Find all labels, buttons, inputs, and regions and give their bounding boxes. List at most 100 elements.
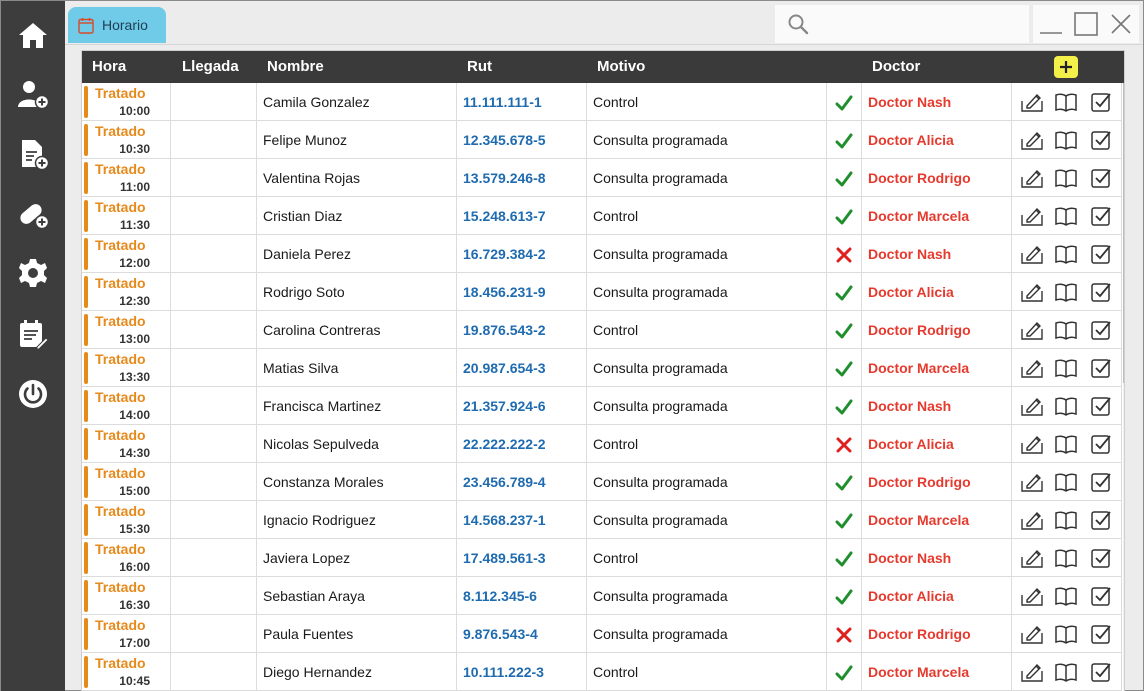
sidebar-home-button[interactable]	[13, 15, 53, 55]
table-row[interactable]: Tratado 13:00 Carolina Contreras 19.876.…	[82, 311, 1122, 349]
mark-done-button[interactable]	[1089, 281, 1113, 303]
mark-done-button[interactable]	[1089, 623, 1113, 645]
search-box[interactable]	[775, 5, 1029, 43]
doctor-name: Doctor Rodrigo	[868, 626, 971, 642]
patient-rut: 19.876.543-2	[463, 322, 546, 338]
mark-done-button[interactable]	[1089, 585, 1113, 607]
scrollbar-thumb[interactable]	[1123, 83, 1124, 383]
table-row[interactable]: Tratado 10:45 Diego Hernandez 10.111.222…	[82, 653, 1122, 691]
table-row[interactable]: Tratado 11:30 Cristian Diaz 15.248.613-7…	[82, 197, 1122, 235]
add-appointment-button[interactable]	[1054, 56, 1078, 78]
mark-done-button[interactable]	[1089, 129, 1113, 151]
view-record-button[interactable]	[1054, 357, 1078, 379]
view-record-button[interactable]	[1054, 433, 1078, 455]
edit-button[interactable]	[1020, 129, 1044, 151]
edit-button[interactable]	[1020, 585, 1044, 607]
edit-button[interactable]	[1020, 243, 1044, 265]
sidebar-schedule-button[interactable]	[13, 314, 53, 354]
doctor-name: Doctor Nash	[868, 246, 952, 262]
table-row[interactable]: Tratado 16:30 Sebastian Araya 8.112.345-…	[82, 577, 1122, 615]
mark-done-button[interactable]	[1089, 243, 1113, 265]
view-record-button[interactable]	[1054, 205, 1078, 227]
sidebar-settings-button[interactable]	[13, 253, 53, 293]
vertical-scrollbar[interactable]	[1123, 83, 1124, 691]
minimize-button[interactable]	[1033, 5, 1068, 43]
view-record-button[interactable]	[1054, 243, 1078, 265]
view-record-button[interactable]	[1054, 91, 1078, 113]
table-row[interactable]: Tratado 16:00 Javiera Lopez 17.489.561-3…	[82, 539, 1122, 577]
table-row[interactable]: Tratado 10:00 Camila Gonzalez 11.111.111…	[82, 83, 1122, 121]
table-row[interactable]: Tratado 12:30 Rodrigo Soto 18.456.231-9 …	[82, 273, 1122, 311]
table-row[interactable]: Tratado 15:00 Constanza Morales 23.456.7…	[82, 463, 1122, 501]
motivo-cell: Consulta programada	[587, 615, 827, 653]
mark-done-button[interactable]	[1089, 91, 1113, 113]
table-row[interactable]: Tratado 15:30 Ignacio Rodriguez 14.568.2…	[82, 501, 1122, 539]
mark-done-button[interactable]	[1089, 167, 1113, 189]
doctor-cell: Doctor Rodrigo	[862, 463, 1012, 501]
edit-button[interactable]	[1020, 281, 1044, 303]
table-row[interactable]: Tratado 13:30 Matias Silva 20.987.654-3 …	[82, 349, 1122, 387]
tab-horario[interactable]: Horario	[68, 7, 166, 43]
sidebar-add-document-button[interactable]	[13, 134, 53, 174]
table-row[interactable]: Tratado 14:00 Francisca Martinez 21.357.…	[82, 387, 1122, 425]
mark-done-button[interactable]	[1089, 433, 1113, 455]
view-record-button[interactable]	[1054, 129, 1078, 151]
view-record-button[interactable]	[1054, 509, 1078, 531]
view-record-button[interactable]	[1054, 395, 1078, 417]
checkbox-icon	[1091, 663, 1111, 682]
motivo-cell: Consulta programada	[587, 577, 827, 615]
doctor-name: Doctor Alicia	[868, 588, 954, 604]
mark-done-button[interactable]	[1089, 661, 1113, 683]
edit-button[interactable]	[1020, 205, 1044, 227]
edit-button[interactable]	[1020, 319, 1044, 341]
table-row[interactable]: Tratado 10:30 Felipe Munoz 12.345.678-5 …	[82, 121, 1122, 159]
edit-button[interactable]	[1020, 471, 1044, 493]
add-document-icon	[22, 140, 50, 171]
edit-icon	[1021, 587, 1043, 606]
view-record-button[interactable]	[1054, 661, 1078, 683]
actions-cell	[1012, 387, 1122, 425]
mark-done-button[interactable]	[1089, 471, 1113, 493]
table-row[interactable]: Tratado 11:00 Valentina Rojas 13.579.246…	[82, 159, 1122, 197]
sidebar-add-user-button[interactable]	[13, 74, 53, 114]
edit-button[interactable]	[1020, 547, 1044, 569]
doctor-cell: Doctor Marcela	[862, 501, 1012, 539]
mark-done-button[interactable]	[1089, 357, 1113, 379]
view-record-button[interactable]	[1054, 547, 1078, 569]
sidebar-power-button[interactable]	[13, 374, 53, 414]
edit-button[interactable]	[1020, 395, 1044, 417]
edit-button[interactable]	[1020, 357, 1044, 379]
maximize-button[interactable]	[1068, 5, 1103, 43]
edit-button[interactable]	[1020, 661, 1044, 683]
power-icon	[19, 380, 47, 408]
mark-done-button[interactable]	[1089, 547, 1113, 569]
status-bar	[84, 314, 88, 346]
edit-button[interactable]	[1020, 509, 1044, 531]
motivo-cell: Consulta programada	[587, 159, 827, 197]
view-record-button[interactable]	[1054, 585, 1078, 607]
mark-done-button[interactable]	[1089, 395, 1113, 417]
rut-cell: 18.456.231-9	[457, 273, 587, 311]
view-record-button[interactable]	[1054, 281, 1078, 303]
table-row[interactable]: Tratado 14:30 Nicolas Sepulveda 22.222.2…	[82, 425, 1122, 463]
patient-name: Matias Silva	[263, 360, 339, 376]
nombre-cell: Nicolas Sepulveda	[257, 425, 457, 463]
table-row[interactable]: Tratado 12:00 Daniela Perez 16.729.384-2…	[82, 235, 1122, 273]
header-doctor: Doctor	[872, 58, 921, 75]
close-button[interactable]	[1103, 5, 1138, 43]
view-record-button[interactable]	[1054, 623, 1078, 645]
table-row[interactable]: Tratado 17:00 Paula Fuentes 9.876.543-4 …	[82, 615, 1122, 653]
edit-button[interactable]	[1020, 623, 1044, 645]
mark-done-button[interactable]	[1089, 509, 1113, 531]
view-record-button[interactable]	[1054, 471, 1078, 493]
mark-done-button[interactable]	[1089, 205, 1113, 227]
attendance-cell	[827, 235, 862, 273]
view-record-button[interactable]	[1054, 167, 1078, 189]
search-input[interactable]	[817, 16, 1017, 32]
mark-done-button[interactable]	[1089, 319, 1113, 341]
view-record-button[interactable]	[1054, 319, 1078, 341]
edit-button[interactable]	[1020, 433, 1044, 455]
edit-button[interactable]	[1020, 167, 1044, 189]
sidebar-add-medicine-button[interactable]	[13, 194, 53, 234]
edit-button[interactable]	[1020, 91, 1044, 113]
